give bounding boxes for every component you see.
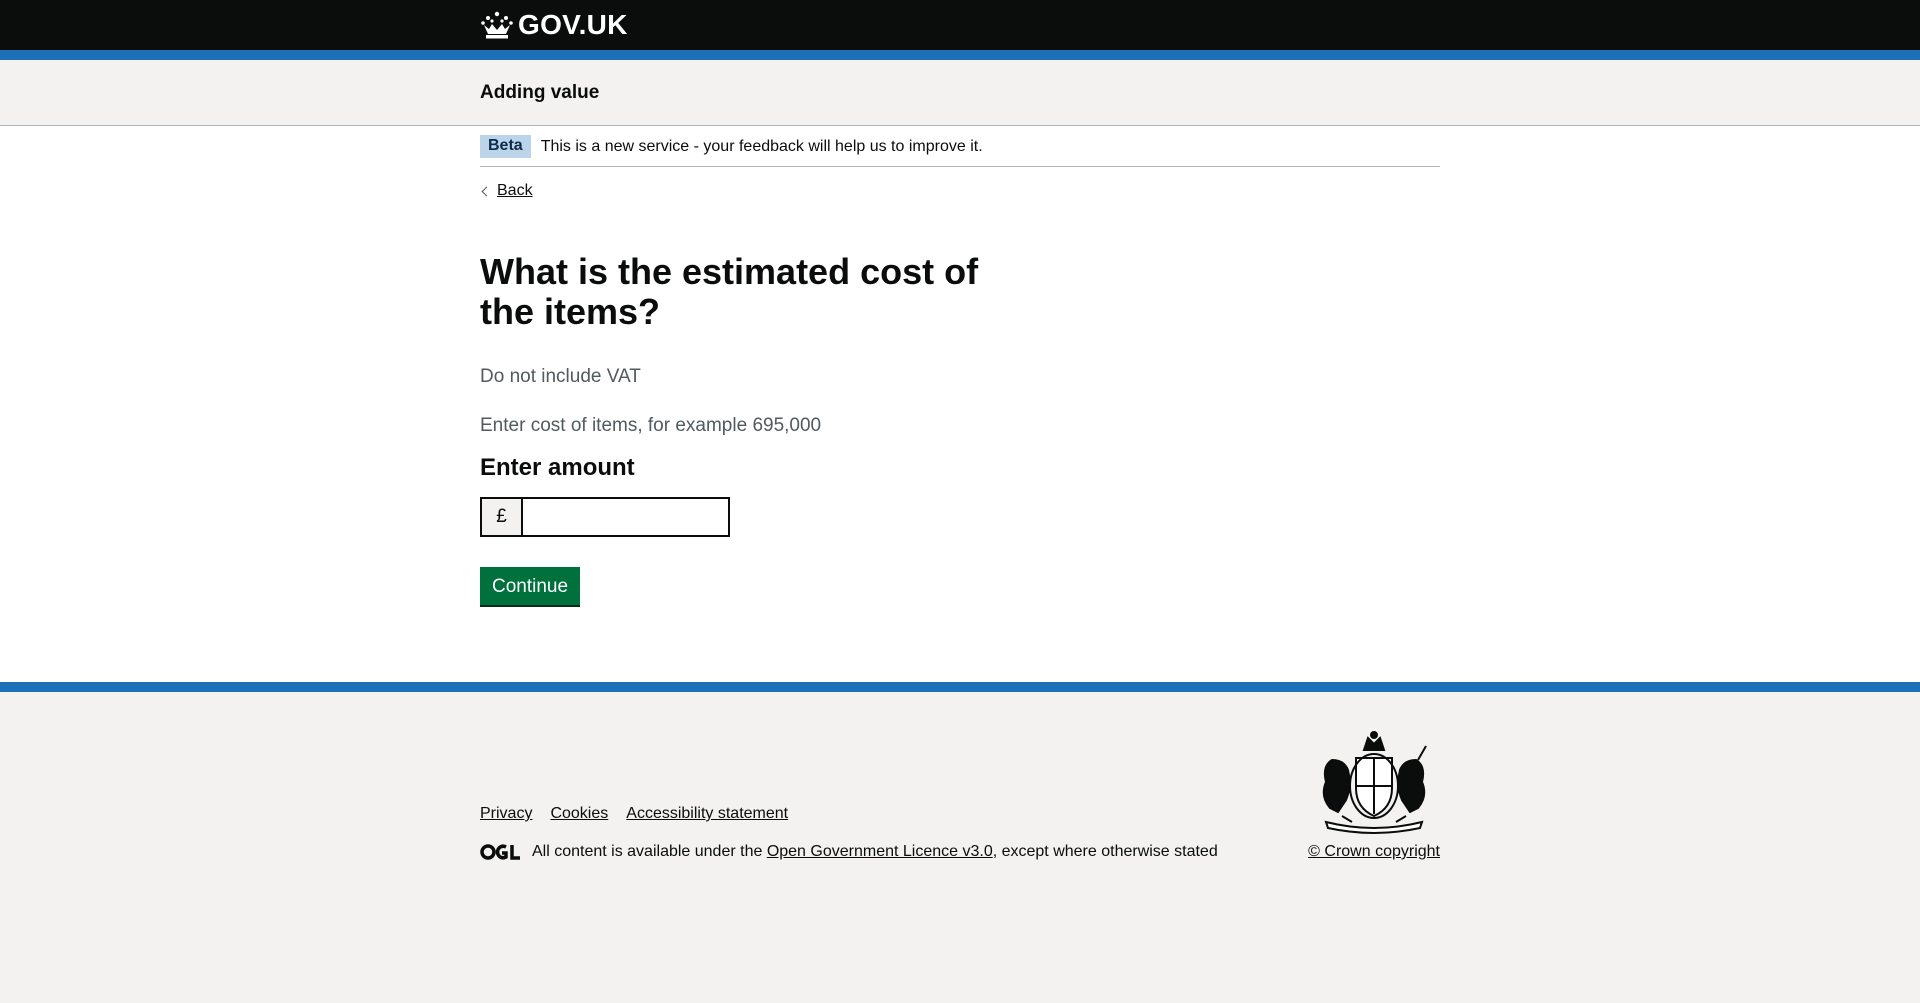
service-navigation: Adding value [0, 60, 1920, 126]
crown-copyright-link[interactable]: © Crown copyright [1308, 843, 1440, 861]
govuk-header: GOV.UK [0, 0, 1920, 50]
currency-prefix: £ [480, 497, 521, 537]
footer-link-privacy[interactable]: Privacy [480, 805, 532, 823]
main-wrapper: Beta This is a new service - your feedba… [0, 126, 1920, 682]
amount-input[interactable] [521, 497, 730, 537]
phase-banner: Beta This is a new service - your feedba… [480, 126, 1440, 167]
footer-link-accessibility[interactable]: Accessibility statement [626, 805, 788, 823]
hint-example: Enter cost of items, for example 695,000 [480, 415, 822, 436]
licence-suffix-text: , except where otherwise stated [992, 843, 1218, 860]
amount-label: Enter amount [480, 454, 635, 481]
licence-prefix-text: All content is available under the [532, 843, 767, 860]
licence-link[interactable]: Open Government Licence v3.0 [767, 843, 993, 861]
hint-vat: Do not include VAT [480, 366, 641, 387]
ogl-logo [480, 844, 520, 860]
beta-tag: Beta [480, 135, 531, 158]
chevron-left-icon [481, 186, 492, 196]
footer-link-cookies[interactable]: Cookies [550, 805, 608, 823]
phase-banner-text: This is a new service - your feedback wi… [540, 137, 983, 155]
govuk-logo-link[interactable]: GOV.UK [480, 9, 628, 41]
continue-button[interactable]: Continue [480, 567, 581, 605]
amount-input-wrapper: £ [480, 497, 1440, 537]
licence-row: All content is available under the Open … [480, 843, 1218, 861]
page: GOV.UK Adding value Beta This is a new s… [0, 0, 1920, 1003]
royal-coat-of-arms [1322, 731, 1427, 834]
back-link[interactable]: Back [480, 182, 533, 200]
govuk-footer: Privacy Cookies Accessibility statement … [0, 682, 1920, 1003]
back-link-label: Back [497, 182, 533, 199]
page-question-heading: What is the estimated cost of the items? [480, 251, 979, 332]
govuk-logo-text: GOV.UK [518, 9, 628, 40]
footer-links: Privacy Cookies Accessibility statement [480, 805, 788, 823]
service-name: Adding value [480, 82, 600, 103]
crown-icon [481, 11, 513, 39]
header-blue-stripe [0, 50, 1920, 60]
